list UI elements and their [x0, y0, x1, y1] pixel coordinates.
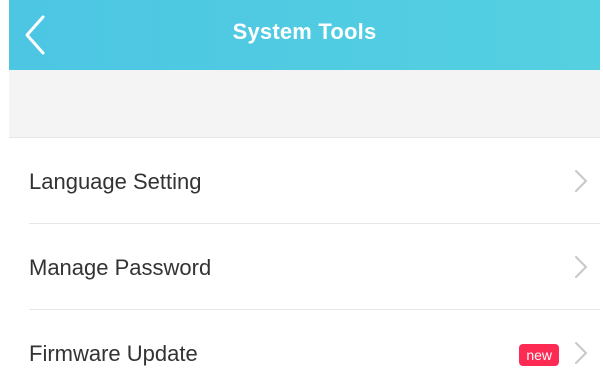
left-frame-edge [0, 0, 9, 392]
chevron-right-icon [574, 255, 588, 279]
menu-item-firmware-update[interactable]: Firmware Update new [9, 310, 600, 392]
menu-item-manage-password[interactable]: Manage Password [9, 224, 600, 310]
system-tools-screen: System Tools Language Setting Manage Pas… [0, 0, 603, 392]
new-badge: new [519, 344, 559, 366]
menu-item-label: Manage Password [29, 255, 212, 280]
page-title: System Tools [232, 19, 377, 44]
settings-menu-list: Language Setting Manage Password Firmwar… [9, 138, 600, 392]
chevron-right-icon [574, 341, 588, 365]
chevron-right-icon [574, 169, 588, 193]
section-spacer [9, 70, 600, 138]
menu-item-label: Language Setting [29, 169, 202, 194]
header-bar: System Tools [9, 0, 600, 70]
menu-item-label: Firmware Update [29, 341, 198, 366]
menu-item-language-setting[interactable]: Language Setting [9, 138, 600, 224]
